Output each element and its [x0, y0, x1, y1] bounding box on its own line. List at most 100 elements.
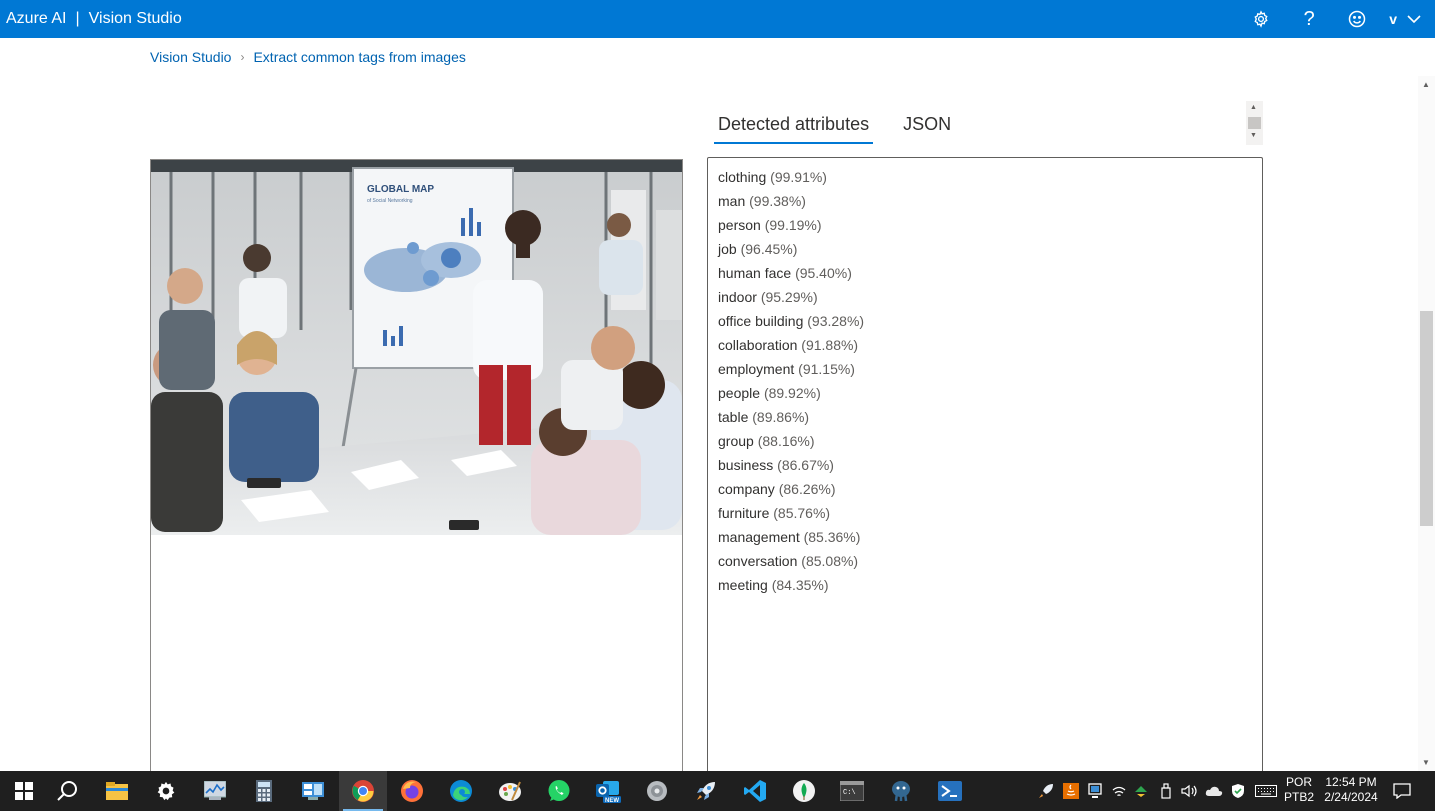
- attribute-item: table (89.86%): [718, 408, 1262, 432]
- attribute-confidence: (84.35%): [771, 577, 829, 593]
- attribute-confidence: (99.19%): [764, 217, 822, 233]
- notification-center-button[interactable]: [1390, 771, 1414, 811]
- tabs-scrollbar[interactable]: ▲ ▼: [1246, 101, 1263, 145]
- taskbar-mongodb[interactable]: [780, 771, 828, 811]
- breadcrumb-root-link[interactable]: Vision Studio: [150, 49, 231, 65]
- taskbar-file-explorer[interactable]: [93, 771, 141, 811]
- vscode-icon: [744, 780, 766, 802]
- smiley-icon: [1348, 10, 1366, 28]
- start-button[interactable]: [0, 771, 48, 811]
- taskbar-powershell[interactable]: [926, 771, 974, 811]
- taskbar-settings[interactable]: [142, 771, 190, 811]
- product-name: Vision Studio: [88, 10, 182, 27]
- language-code: POR: [1285, 775, 1312, 789]
- firefox-icon: [401, 780, 423, 802]
- tray-java[interactable]: [1061, 771, 1081, 811]
- attribute-item: people (89.92%): [718, 384, 1262, 408]
- taskbar-rocket-app[interactable]: [682, 771, 730, 811]
- tray-keyboard[interactable]: [1253, 771, 1279, 811]
- scroll-down-arrow-icon[interactable]: ▼: [1250, 132, 1257, 140]
- attribute-name: furniture: [718, 505, 770, 521]
- taskbar-task-manager[interactable]: [191, 771, 239, 811]
- help-icon: ?: [1303, 7, 1315, 30]
- usb-icon: [1161, 783, 1171, 799]
- page-scroll-down-icon[interactable]: ▼: [1422, 758, 1430, 767]
- tray-volume[interactable]: [1179, 771, 1199, 811]
- gear-icon: [1254, 10, 1268, 28]
- notification-icon: [1393, 783, 1411, 799]
- attribute-name: employment: [718, 361, 795, 377]
- page-scrollbar[interactable]: ▲ ▼: [1418, 76, 1435, 771]
- tray-wifi[interactable]: [1109, 771, 1129, 811]
- taskbar-terminal[interactable]: C:\: [828, 771, 876, 811]
- sync-icon: [1135, 786, 1147, 797]
- mongodb-icon: [793, 780, 815, 802]
- scroll-thumb[interactable]: [1248, 117, 1261, 129]
- breadcrumb-current-link[interactable]: Extract common tags from images: [253, 49, 465, 65]
- tray-security[interactable]: [1228, 771, 1248, 811]
- taskbar-outlook-new[interactable]: NEW: [584, 771, 632, 811]
- attribute-name: man: [718, 193, 746, 209]
- attribute-name: office building: [718, 313, 804, 329]
- tray-sync[interactable]: [1131, 771, 1151, 811]
- chrome-icon: [352, 780, 374, 802]
- input-language[interactable]: POR PTB2: [1283, 775, 1315, 805]
- detected-attributes-panel: clothing (99.91%) man (99.38%) person (99.…: [707, 157, 1263, 777]
- feedback-button[interactable]: [1333, 0, 1381, 38]
- top-bar: Azure AI | Vision Studio ? v: [0, 0, 1435, 38]
- outlook-new-icon: NEW: [596, 781, 621, 803]
- settings-button[interactable]: [1237, 0, 1285, 38]
- attribute-confidence: (99.38%): [749, 193, 806, 209]
- taskbar-postgres[interactable]: [877, 771, 925, 811]
- attribute-name: management: [718, 529, 800, 545]
- tray-display[interactable]: [1085, 771, 1105, 811]
- attribute-item: job (96.45%): [718, 240, 1262, 264]
- attribute-name: collaboration: [718, 337, 798, 353]
- taskbar-calculator[interactable]: [240, 771, 288, 811]
- taskbar-firefox[interactable]: [388, 771, 436, 811]
- taskbar-vscode[interactable]: [731, 771, 779, 811]
- tray-rocket[interactable]: [1036, 771, 1056, 811]
- attribute-name: clothing: [718, 169, 767, 185]
- tab-detected-attributes[interactable]: Detected attributes: [714, 108, 874, 144]
- attribute-item: group (88.16%): [718, 432, 1262, 456]
- taskbar-edge[interactable]: [437, 771, 485, 811]
- attribute-confidence: (96.45%): [740, 241, 798, 257]
- attribute-confidence: (89.86%): [752, 409, 810, 425]
- control-panel-icon: [302, 782, 324, 800]
- attribute-name: table: [718, 409, 749, 425]
- search-button[interactable]: [43, 771, 91, 811]
- attribute-confidence: (85.76%): [773, 505, 831, 521]
- attribute-confidence: (91.15%): [798, 361, 855, 377]
- clock-time: 12:54 PM: [1325, 775, 1377, 789]
- taskbar-control-panel[interactable]: [289, 771, 337, 811]
- taskbar-paint[interactable]: [486, 771, 534, 811]
- user-menu[interactable]: v: [1381, 11, 1421, 27]
- help-button[interactable]: ?: [1285, 0, 1333, 38]
- tab-json[interactable]: JSON: [899, 108, 955, 144]
- tray-usb[interactable]: [1156, 771, 1176, 811]
- clock[interactable]: 12:54 PM 2/24/2024: [1318, 775, 1384, 805]
- brand[interactable]: Azure AI | Vision Studio: [0, 10, 182, 28]
- attribute-confidence: (86.26%): [778, 481, 836, 497]
- attribute-item: person (99.19%): [718, 216, 1262, 240]
- attribute-name: job: [718, 241, 737, 257]
- clock-date: 2/24/2024: [1324, 790, 1378, 804]
- page-scroll-thumb[interactable]: [1420, 311, 1433, 526]
- postgres-icon: [892, 781, 910, 802]
- attribute-name: group: [718, 433, 754, 449]
- attribute-item: man (99.38%): [718, 192, 1262, 216]
- attribute-confidence: (89.92%): [763, 385, 821, 401]
- attribute-name: person: [718, 217, 761, 233]
- taskbar-disc-app[interactable]: [633, 771, 681, 811]
- scroll-up-arrow-icon[interactable]: ▲: [1250, 104, 1257, 112]
- tray-onedrive[interactable]: [1203, 771, 1225, 811]
- taskbar-whatsapp[interactable]: [535, 771, 583, 811]
- attribute-item: company (86.26%): [718, 480, 1262, 504]
- attribute-item: meeting (84.35%): [718, 576, 1262, 600]
- attribute-item: office building (93.28%): [718, 312, 1262, 336]
- attribute-item: collaboration (91.88%): [718, 336, 1262, 360]
- keyboard-layout: PTB2: [1283, 790, 1314, 804]
- page-scroll-up-icon[interactable]: ▲: [1422, 80, 1430, 89]
- taskbar-chrome[interactable]: [339, 771, 387, 811]
